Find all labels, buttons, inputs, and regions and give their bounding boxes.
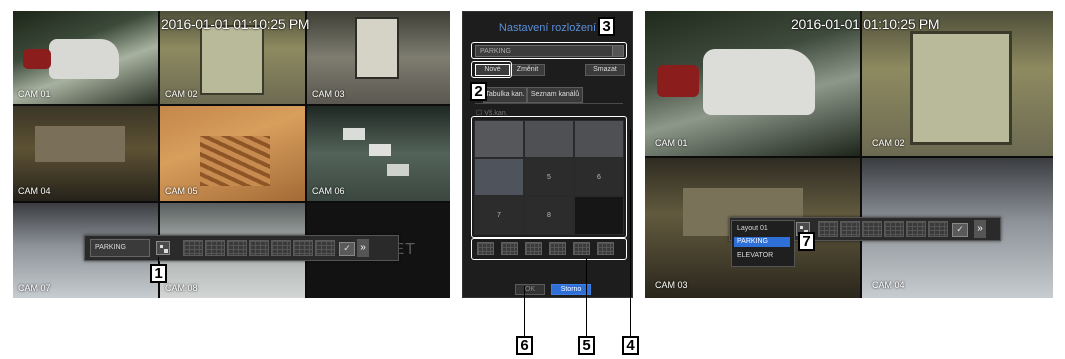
layout-switch-icon[interactable]: [156, 241, 170, 255]
camera-tile-1[interactable]: CAM 01: [13, 11, 158, 104]
layout-dropdown-menu: Layout 01 PARKING ELEVATOR: [731, 220, 795, 267]
callout-3: 3: [598, 17, 615, 36]
expand-arrow-icon[interactable]: »: [974, 220, 986, 238]
check-icon[interactable]: ✓: [952, 223, 968, 237]
layout-slot-button[interactable]: [840, 221, 860, 237]
camera-label: CAM 07: [18, 283, 51, 293]
camera-tile-6[interactable]: CAM 06: [307, 106, 450, 201]
camera-label: CAM 02: [872, 138, 905, 148]
camera-label: CAM 03: [655, 280, 688, 290]
layout-slot-button[interactable]: [249, 240, 269, 256]
callout-2: 2: [470, 82, 487, 101]
camera-label: CAM 02: [165, 89, 198, 99]
callout-4: 4: [622, 336, 639, 355]
camera-label: CAM 01: [18, 89, 51, 99]
leader-line: [630, 130, 631, 336]
layout-slot-button[interactable]: [227, 240, 247, 256]
menu-item-layout[interactable]: PARKING: [734, 237, 790, 247]
callout-5: 5: [578, 336, 595, 355]
highlight-box: [471, 61, 512, 78]
camera-tile-5[interactable]: CAM 05: [160, 106, 305, 201]
camera-label: CAM 03: [312, 89, 345, 99]
callout-1: 1: [150, 264, 167, 283]
layout-slot-button[interactable]: [183, 240, 203, 256]
leader-line: [524, 286, 525, 336]
camera-label: CAM 05: [165, 186, 198, 196]
callout-7: 7: [798, 232, 815, 251]
highlight-box: [471, 116, 627, 238]
camera-tile-3[interactable]: CAM 03: [307, 11, 450, 104]
layout-slot-button[interactable]: [818, 221, 838, 237]
expand-arrow-icon[interactable]: »: [357, 239, 369, 257]
camera-label: CAM 04: [18, 186, 51, 196]
tab-channel-list[interactable]: Seznam kanálů: [527, 87, 583, 103]
leader-line: [586, 258, 587, 336]
timestamp: 2016-01-01 01:10:25 PM: [161, 16, 310, 32]
camera-tile-4[interactable]: CAM 04: [13, 106, 158, 201]
check-icon[interactable]: ✓: [339, 242, 355, 256]
ok-button[interactable]: OK: [515, 284, 545, 295]
layout-settings-dialog: Nastavení rozložení PARKING Nové Změnit …: [462, 11, 633, 298]
camera-label: CAM 01: [655, 138, 688, 148]
callout-6: 6: [516, 336, 533, 355]
camera-tile-2[interactable]: CAM 02: [862, 11, 1053, 156]
layout-slot-button[interactable]: [884, 221, 904, 237]
cancel-button[interactable]: Storno: [551, 284, 591, 295]
layout-slot-button[interactable]: [271, 240, 291, 256]
camera-tile-1[interactable]: CAM 01: [645, 11, 860, 156]
menu-item-layout[interactable]: Layout 01: [734, 224, 790, 234]
timestamp: 2016-01-01 01:10:25 PM: [791, 16, 940, 32]
camera-label: CAM 06: [312, 186, 345, 196]
layout-slot-button[interactable]: [862, 221, 882, 237]
right-live-view: CAM 01 CAM 02 2016-01-01 01:10:25 PM CAM…: [645, 11, 1053, 298]
camera-label: CAM 04: [872, 280, 905, 290]
menu-item-layout[interactable]: ELEVATOR: [734, 251, 790, 261]
layout-slot-button[interactable]: [906, 221, 926, 237]
highlight-box: [471, 238, 627, 260]
highlight-box: [471, 42, 627, 59]
leader-line: [158, 257, 159, 265]
layout-toolbar: PARKING ✓ »: [84, 235, 399, 261]
layout-slot-button[interactable]: [928, 221, 948, 237]
change-button[interactable]: Změnit: [510, 64, 545, 76]
delete-button[interactable]: Smazat: [585, 64, 625, 76]
left-live-view: CAM 01 CAM 02 CAM 03 2016-01-01 01:10:25…: [13, 11, 450, 298]
layout-slot-button[interactable]: [293, 240, 313, 256]
camera-label: CAM 08: [165, 283, 198, 293]
tab-channel-table[interactable]: Tabulka kan.: [483, 87, 527, 103]
divider: [475, 103, 623, 104]
layout-select[interactable]: PARKING: [90, 239, 150, 257]
layout-slot-button[interactable]: [315, 240, 335, 256]
layout-slot-button[interactable]: [205, 240, 225, 256]
